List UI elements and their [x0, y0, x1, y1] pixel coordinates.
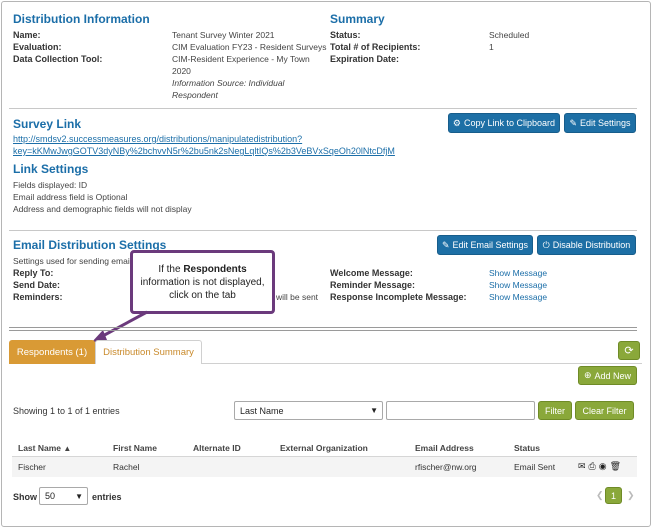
clear-filter-button[interactable]: Clear Filter [575, 401, 634, 420]
column-header-last-name[interactable]: Last Name ▲ [18, 443, 71, 453]
survey-url-line2[interactable]: key=kKMwJwgGOTV3dyNBy%2bchvvN5r%2bu5nk2s… [13, 145, 395, 157]
entries-info: Showing 1 to 1 of 1 entries [13, 406, 120, 416]
link-settings-line1: Fields displayed: ID [13, 180, 88, 190]
edit-email-settings-label: Edit Email Settings [452, 240, 529, 250]
add-new-button[interactable]: ⊕ Add New [578, 366, 637, 385]
filter-input[interactable] [386, 401, 535, 420]
callout-bold: Respondents [183, 264, 247, 275]
link-settings-line3: Address and demographic fields will not … [13, 204, 192, 214]
plus-circle-icon: ⊕ [583, 370, 592, 380]
disable-distribution-label: Disable Distribution [552, 240, 631, 250]
chevron-down-icon: ▼ [75, 491, 83, 501]
next-page-icon[interactable]: ❯ [627, 490, 635, 501]
welcome-message-label: Welcome Message: [330, 268, 413, 278]
distribution-info-heading: Distribution Information [13, 12, 150, 26]
tab-respondents[interactable]: Respondents (1) [9, 340, 95, 364]
edit-icon: ✎ [569, 117, 577, 128]
column-header-first-name[interactable]: First Name [113, 443, 157, 453]
copy-link-button[interactable]: ⚙ Copy Link to Clipboard [448, 113, 560, 133]
copy-link-button-label: Copy Link to Clipboard [464, 118, 556, 128]
evaluation-value: CIM Evaluation FY23 - Resident Surveys [172, 42, 327, 52]
show-welcome-message-link[interactable]: Show Message [489, 268, 547, 278]
column-header-status[interactable]: Status [514, 443, 540, 453]
disable-distribution-button[interactable]: ⏻ Disable Distribution [537, 235, 636, 255]
refresh-button[interactable]: ⟳ [618, 341, 640, 360]
trash-icon[interactable]: 🗑 [610, 461, 624, 471]
email-settings-subtext: Settings used for sending emails [13, 256, 136, 266]
show-label: Show [13, 492, 37, 502]
tool-value-line1: CIM-Resident Experience - My Town [172, 54, 310, 64]
edit-settings-button-label: Edit Settings [580, 118, 631, 128]
divider [9, 330, 637, 331]
refresh-icon: ⟳ [624, 345, 634, 357]
filter-field-select[interactable]: Last Name ▼ [234, 401, 383, 420]
column-header-email[interactable]: Email Address [415, 443, 474, 453]
reminders-label: Reminders: [13, 292, 63, 302]
cell-email: rfischer@nw.org [415, 462, 477, 472]
link-settings-heading: Link Settings [13, 162, 89, 176]
page-size-value: 50 [45, 491, 56, 501]
name-value: Tenant Survey Winter 2021 [172, 30, 275, 40]
divider [9, 230, 637, 231]
send-date-label: Send Date: [13, 280, 61, 290]
status-label: Status: [330, 30, 361, 40]
tool-value-line2: 2020 [172, 66, 191, 76]
page-size-select[interactable]: 50 ▼ [39, 487, 88, 505]
reminder-message-label: Reminder Message: [330, 280, 416, 290]
page-number-button[interactable]: 1 [605, 487, 622, 504]
prev-page-icon[interactable]: ❮ [596, 490, 604, 501]
show-reminder-message-link[interactable]: Show Message [489, 280, 547, 290]
column-header-external-org[interactable]: External Organization [280, 443, 368, 453]
chevron-down-icon: ▼ [370, 406, 378, 415]
name-label: Name: [13, 30, 41, 40]
cell-last-name: Fischer [18, 462, 46, 472]
filter-button[interactable]: Filter [538, 401, 572, 420]
evaluation-label: Evaluation: [13, 42, 62, 52]
callout-prefix: If the [158, 264, 184, 275]
edit-email-settings-button[interactable]: ✎ Edit Email Settings [437, 235, 533, 255]
edit-settings-button[interactable]: ✎ Edit Settings [564, 113, 636, 133]
survey-link-heading: Survey Link [13, 117, 82, 131]
envelope-icon[interactable]: ✉ [578, 461, 589, 471]
reminders-value: will be sent [276, 292, 319, 302]
recipients-value: 1 [489, 42, 494, 52]
edit-icon: ✎ [441, 239, 450, 250]
entries-label: entries [92, 492, 122, 502]
divider [9, 327, 637, 328]
cell-status: Email Sent [514, 462, 556, 472]
sort-asc-icon: ▲ [63, 444, 72, 453]
column-header-label: Last Name [18, 443, 61, 453]
status-value: Scheduled [489, 30, 530, 40]
summary-heading: Summary [330, 12, 385, 26]
row-actions: ✉⎙◉🗑 [578, 461, 624, 472]
incomplete-message-label: Response Incomplete Message: [330, 292, 467, 302]
link-settings-line2: Email address field is Optional [13, 192, 128, 202]
show-incomplete-message-link[interactable]: Show Message [489, 292, 547, 302]
recipients-label: Total # of Recipients: [330, 42, 421, 52]
tool-label: Data Collection Tool: [13, 54, 103, 64]
cell-first-name: Rachel [113, 462, 140, 472]
gear-icon: ⚙ [452, 117, 461, 128]
eye-icon[interactable]: ◉ [599, 461, 610, 471]
reply-to-label: Reply To: [13, 268, 54, 278]
column-header-alternate-id[interactable]: Alternate ID [193, 443, 241, 453]
filter-field-value: Last Name [240, 405, 284, 416]
survey-url-line1[interactable]: http://smdsv2.successmeasures.org/distri… [13, 133, 302, 145]
expiration-label: Expiration Date: [330, 54, 400, 64]
tool-source-line2: Respondent [172, 90, 218, 100]
printer-icon[interactable]: ⎙ [589, 461, 599, 471]
divider [9, 108, 637, 109]
tool-source-line1: Information Source: Individual [172, 78, 285, 88]
add-new-label: Add New [594, 370, 632, 381]
callout-suffix: information is not displayed, click on t… [140, 277, 265, 301]
tab-distribution-summary[interactable]: Distribution Summary [95, 340, 202, 364]
power-icon: ⏻ [542, 239, 550, 250]
